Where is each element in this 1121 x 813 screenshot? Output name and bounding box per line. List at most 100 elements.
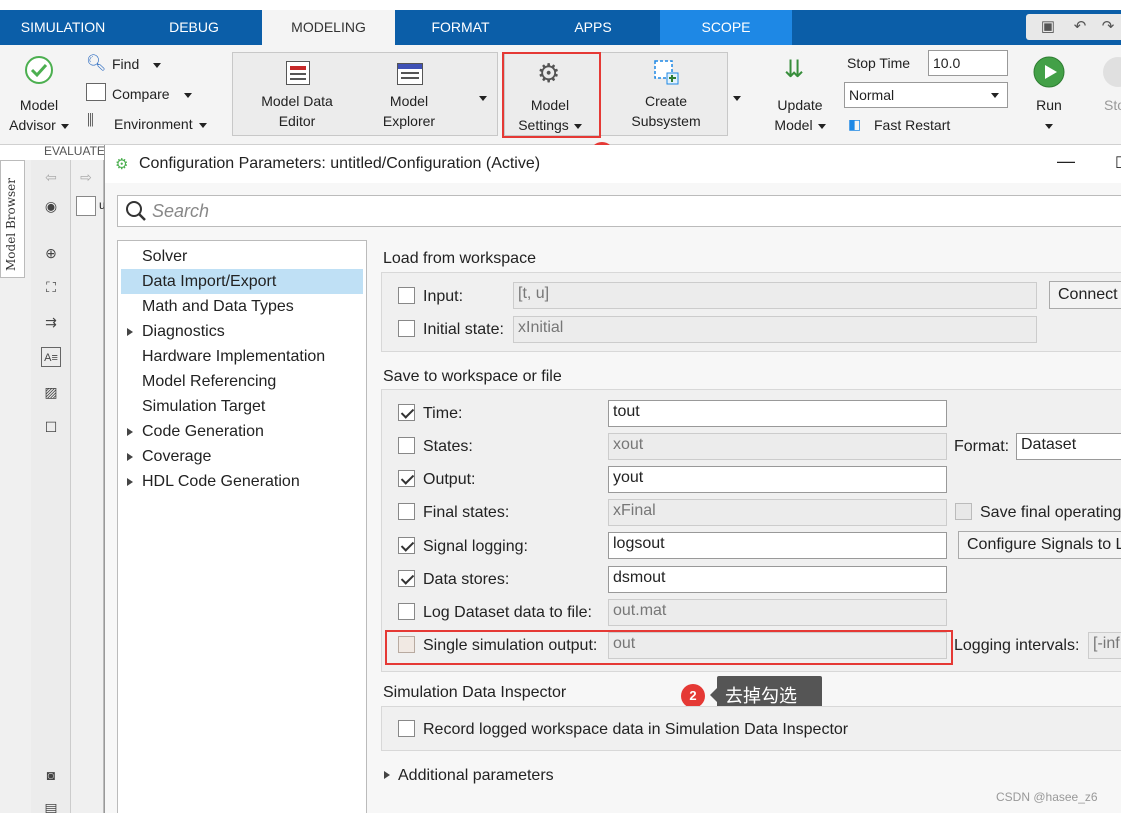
- settings-tree: Solver Data Import/Export Math and Data …: [117, 240, 367, 813]
- final-states-checkbox[interactable]: [398, 503, 415, 520]
- final-states-label: Final states:: [423, 504, 510, 521]
- maximize-icon[interactable]: ☐: [1115, 153, 1121, 173]
- update-model-button[interactable]: Update Model: [762, 95, 838, 135]
- expand-arrow-icon[interactable]: [127, 453, 133, 461]
- states-checkbox[interactable]: [398, 437, 415, 454]
- format-select[interactable]: Dataset: [1016, 433, 1121, 460]
- create-subsystem-label-1: Create: [644, 93, 688, 109]
- tab-modeling[interactable]: MODELING: [262, 10, 395, 46]
- search-input[interactable]: [152, 200, 1052, 222]
- tree-item-model-referencing[interactable]: Model Referencing: [121, 369, 363, 394]
- input-field[interactable]: [t, u]: [513, 282, 1037, 309]
- time-field[interactable]: tout: [608, 400, 947, 427]
- log-dataset-file-field[interactable]: out.mat: [608, 599, 947, 626]
- tree-item-math-and-data-types[interactable]: Math and Data Types: [121, 294, 363, 319]
- save-icon[interactable]: ▣: [1038, 17, 1058, 37]
- zoom-in-icon[interactable]: ⊕: [41, 243, 61, 263]
- update-model-label-2: Model: [774, 117, 813, 133]
- signal-logging-checkbox[interactable]: [398, 537, 415, 554]
- expand-arrow-icon[interactable]: [384, 771, 390, 779]
- tree-item-data-import-export[interactable]: Data Import/Export: [121, 269, 363, 294]
- area-icon[interactable]: ☐: [41, 417, 61, 437]
- time-checkbox[interactable]: [398, 404, 415, 421]
- initial-state-checkbox[interactable]: [398, 320, 415, 337]
- tree-item-solver[interactable]: Solver: [121, 244, 363, 269]
- undo-icon[interactable]: ↶: [1070, 17, 1090, 37]
- input-label: Input:: [423, 288, 464, 305]
- tree-item-label: Diagnostics: [142, 323, 225, 340]
- initial-state-field[interactable]: xInitial: [513, 316, 1037, 343]
- forward-arrow-icon[interactable]: ⇨: [76, 167, 96, 187]
- model-explorer-button[interactable]: Model Explorer: [368, 91, 450, 131]
- tab-format[interactable]: FORMAT: [395, 10, 526, 45]
- redo-icon[interactable]: ↷: [1098, 17, 1118, 37]
- expand-arrow-icon[interactable]: [127, 328, 133, 336]
- record-sdi-checkbox[interactable]: [398, 720, 415, 737]
- tree-item-hardware-implementation[interactable]: Hardware Implementation: [121, 344, 363, 369]
- model-advisor-button[interactable]: Model Advisor: [8, 95, 70, 135]
- run-icon[interactable]: [1033, 56, 1065, 88]
- back-arrow-icon[interactable]: ⇦: [41, 167, 61, 187]
- simulation-mode-select[interactable]: Normal: [844, 82, 1008, 108]
- states-field[interactable]: xout: [608, 433, 947, 460]
- data-stores-checkbox[interactable]: [398, 570, 415, 587]
- gallery-expand-icon[interactable]: [730, 89, 741, 106]
- tree-item-diagnostics[interactable]: Diagnostics: [121, 319, 363, 344]
- data-stores-field[interactable]: dsmout: [608, 566, 947, 593]
- record-sdi-label: Record logged workspace data in Simulati…: [423, 721, 849, 738]
- search-box[interactable]: [117, 195, 1121, 227]
- model-data-editor-button[interactable]: Model Data Editor: [256, 91, 338, 131]
- camera-icon[interactable]: ◙: [41, 765, 61, 785]
- logging-intervals-field[interactable]: [-inf,: [1088, 632, 1121, 659]
- expand-arrow-icon[interactable]: [127, 478, 133, 486]
- signal-logging-field[interactable]: logsout: [608, 532, 947, 559]
- tree-item-hdl-code-generation[interactable]: HDL Code Generation: [121, 469, 363, 494]
- compare-icon: [86, 83, 106, 101]
- configure-signals-button[interactable]: Configure Signals to L: [958, 531, 1121, 559]
- expand-arrow-icon[interactable]: [127, 428, 133, 436]
- run-button[interactable]: Run: [1028, 95, 1070, 135]
- model-advisor-icon[interactable]: [24, 55, 54, 85]
- output-checkbox[interactable]: [398, 470, 415, 487]
- tree-item-code-generation[interactable]: Code Generation: [121, 419, 363, 444]
- final-states-field[interactable]: xFinal: [608, 499, 947, 526]
- minimize-icon[interactable]: —: [1057, 151, 1075, 172]
- model-browser-tab[interactable]: Model Browser: [0, 160, 25, 278]
- tab-simulation[interactable]: SIMULATION: [0, 10, 126, 45]
- run-label: Run: [1036, 97, 1062, 113]
- gallery-expand-icon[interactable]: [473, 89, 487, 106]
- annotation-icon[interactable]: A≡: [41, 347, 61, 367]
- find-button[interactable]: Find: [112, 54, 162, 74]
- output-field[interactable]: yout: [608, 466, 947, 493]
- stop-button[interactable]: Sto: [1104, 95, 1121, 115]
- tab-debug[interactable]: DEBUG: [126, 10, 262, 45]
- tab-scope[interactable]: SCOPE: [660, 10, 792, 45]
- create-subsystem-label-2: Subsystem: [631, 113, 701, 129]
- model-explorer-label-1: Model: [389, 93, 429, 109]
- model-advisor-label-1: Model: [19, 97, 59, 113]
- stop-icon[interactable]: [1103, 57, 1121, 87]
- arrange-icon[interactable]: ⇉: [41, 312, 61, 332]
- compare-label: Compare: [112, 86, 170, 102]
- save-final-operating-point-checkbox[interactable]: [955, 503, 972, 520]
- model-tab-icon[interactable]: [76, 196, 96, 216]
- fast-restart-button[interactable]: Fast Restart: [874, 115, 950, 135]
- compare-button[interactable]: Compare: [112, 84, 192, 104]
- input-checkbox[interactable]: [398, 287, 415, 304]
- create-subsystem-button[interactable]: Create Subsystem: [624, 91, 708, 131]
- connect-inputs-button[interactable]: Connect: [1049, 281, 1121, 309]
- dialog-title-bar: ⚙ Configuration Parameters: untitled/Con…: [105, 145, 1121, 183]
- additional-parameters-toggle[interactable]: Additional parameters: [398, 767, 554, 785]
- log-dataset-to-file-checkbox[interactable]: [398, 603, 415, 620]
- tree-item-coverage[interactable]: Coverage: [121, 444, 363, 469]
- initial-state-label: Initial state:: [423, 321, 504, 338]
- fit-view-icon[interactable]: ⛶: [41, 277, 61, 297]
- image-icon[interactable]: ▨: [41, 382, 61, 402]
- stop-time-input[interactable]: 10.0: [928, 50, 1008, 76]
- hide-browser-icon[interactable]: ◉: [41, 196, 61, 216]
- tab-apps[interactable]: APPS: [526, 10, 660, 45]
- environment-button[interactable]: Environment: [114, 114, 207, 134]
- tree-item-simulation-target[interactable]: Simulation Target: [121, 394, 363, 419]
- notes-icon[interactable]: ▤: [41, 798, 61, 813]
- tree-item-label: Solver: [142, 248, 188, 265]
